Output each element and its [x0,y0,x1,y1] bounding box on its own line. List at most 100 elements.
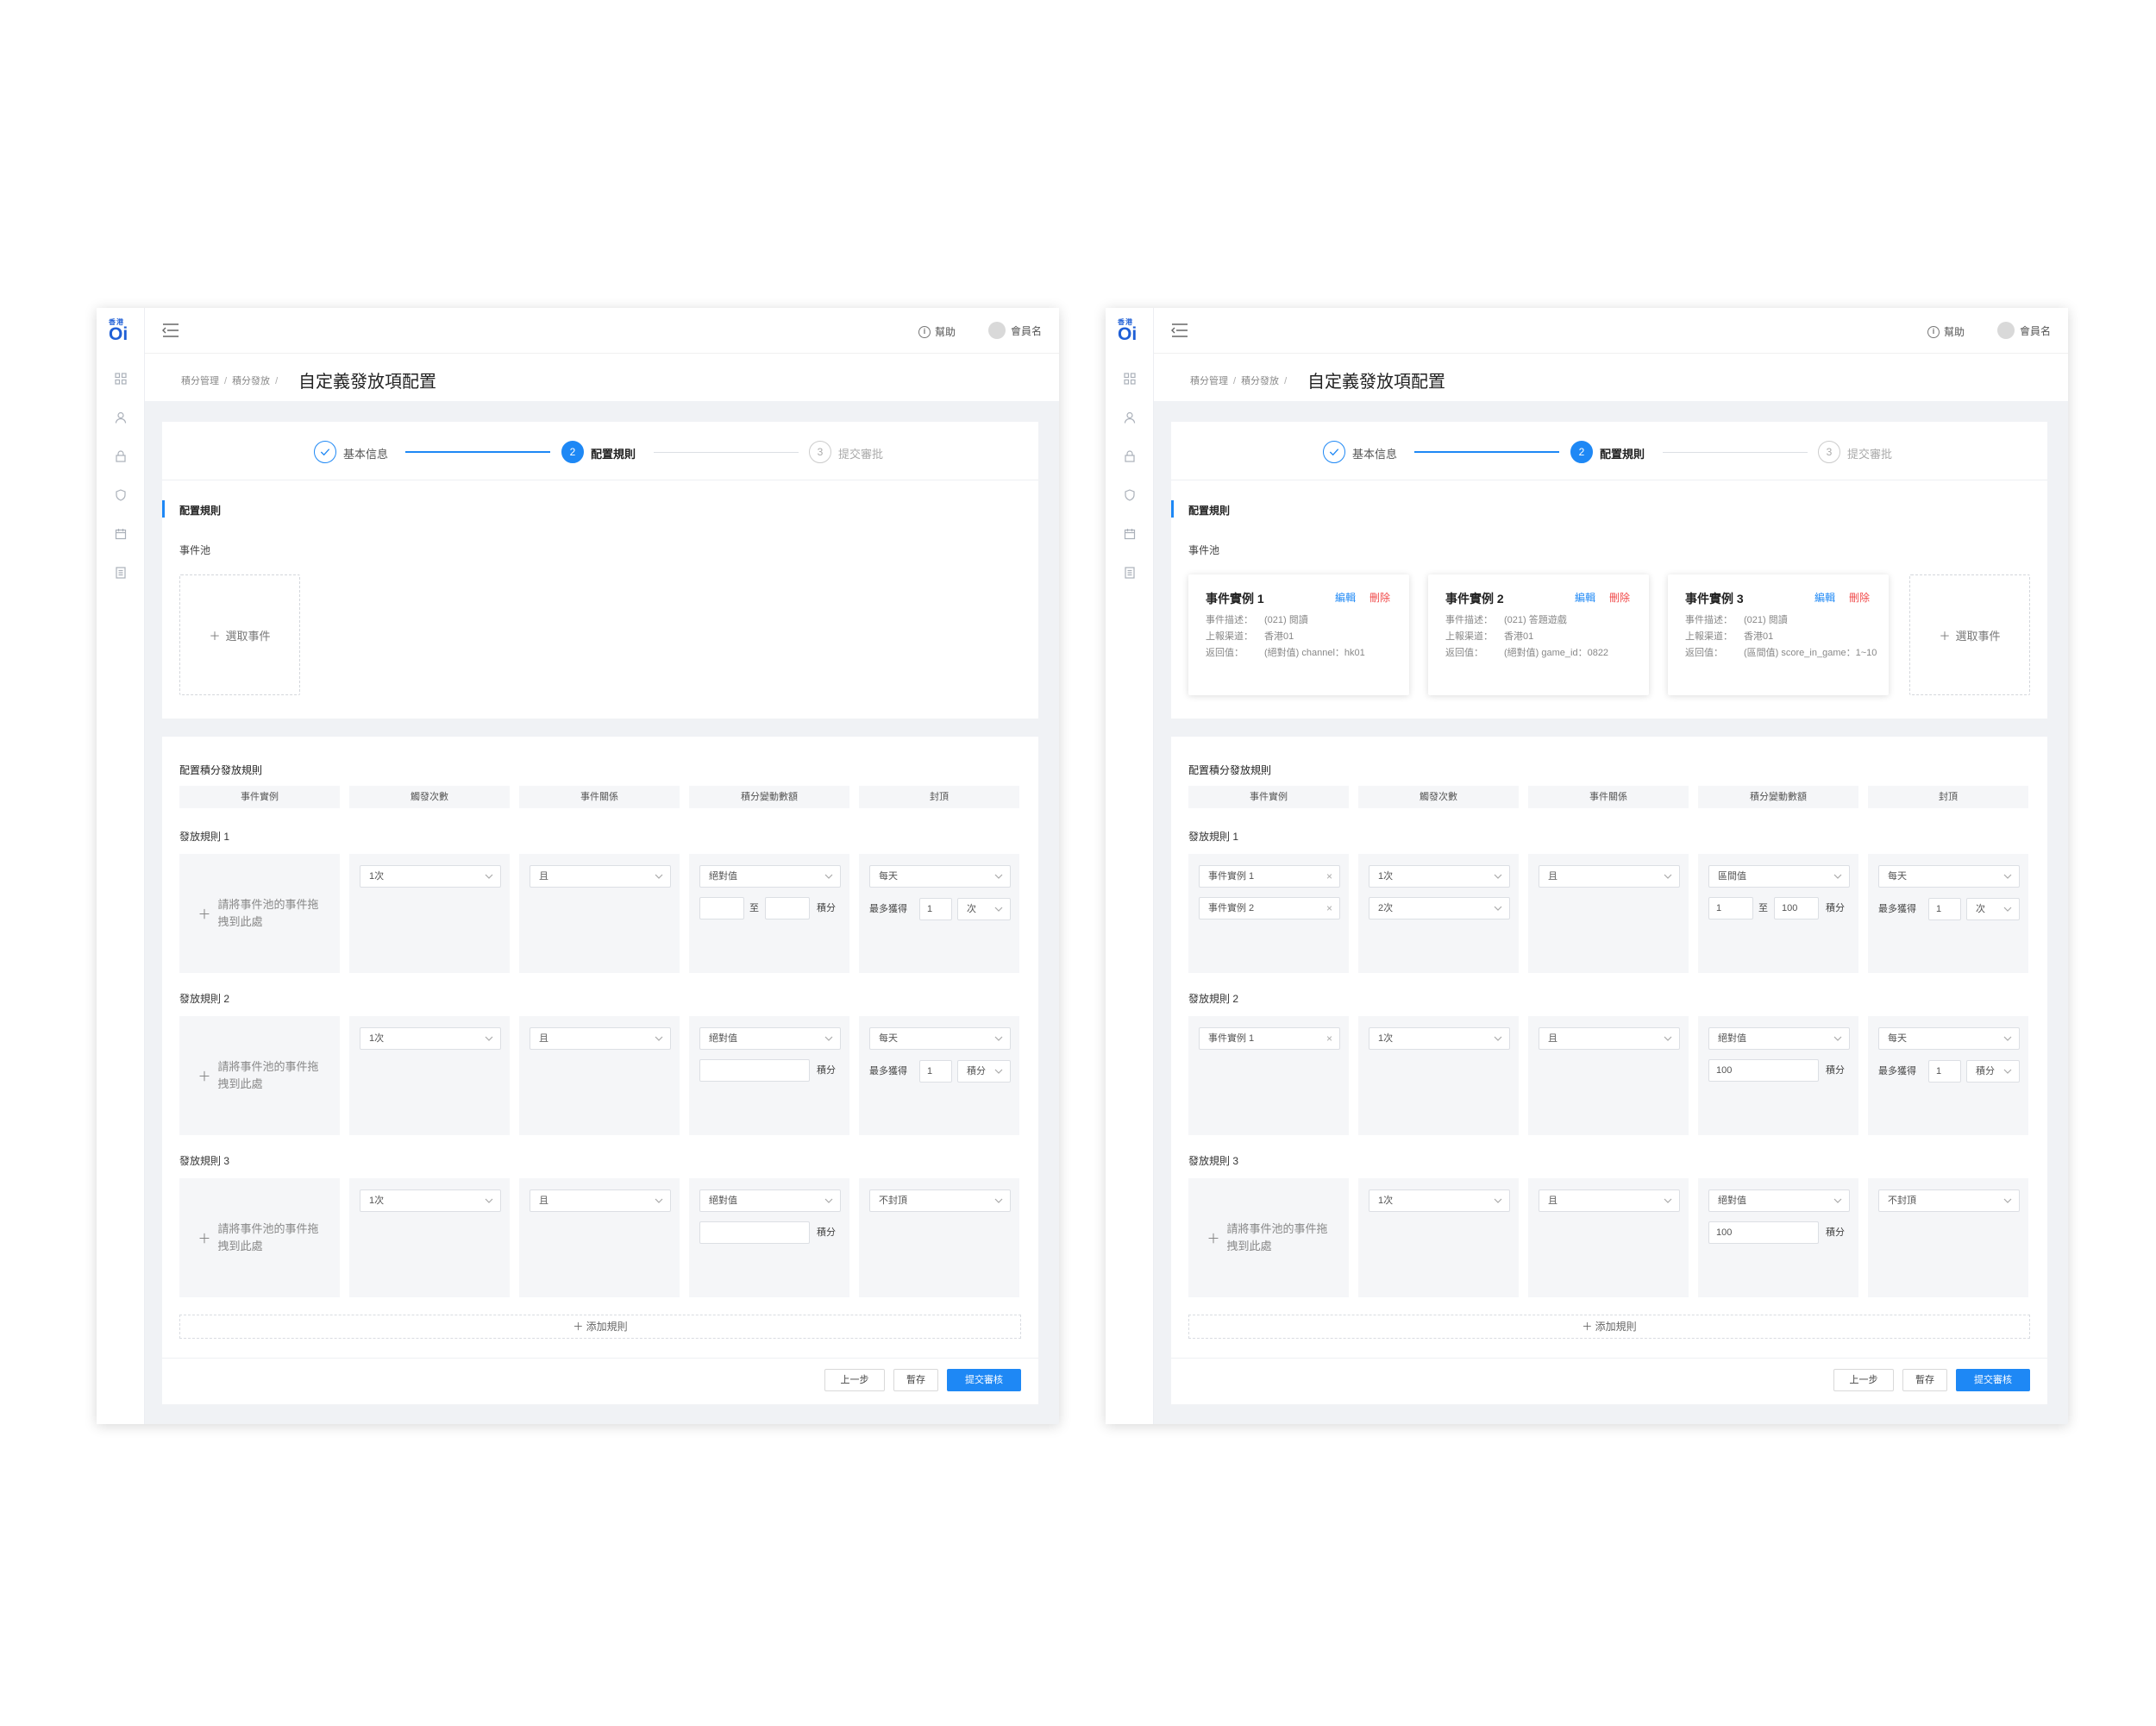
add-event-button[interactable]: ＋ 選取事件 [179,574,300,695]
event-desc-key: 事件描述： [1445,615,1493,625]
cap-select[interactable]: 每天 [869,865,1011,888]
amount-mode-select[interactable]: 絕對值 [699,865,841,888]
trigger-select[interactable]: 1次 [360,865,501,888]
trigger-select[interactable]: 1次 [360,1027,501,1050]
dashboard-icon[interactable] [1123,372,1137,386]
submit-review-button[interactable]: 提交審核 [947,1369,1021,1391]
save-draft-button[interactable]: 暫存 [893,1369,938,1391]
max-unit-select[interactable]: 次 [1966,898,2020,920]
range-from-input[interactable]: 1 [1708,897,1753,919]
event-drop-zone[interactable]: ＋ 請將事件池的事件拖拽到此處 [179,1178,340,1297]
trigger-select[interactable]: 1次 [360,1189,501,1212]
amount-input[interactable]: 100 [1708,1059,1819,1082]
list-icon[interactable] [1123,566,1137,580]
delete-event-link[interactable]: 刪除 [1849,590,1870,605]
max-unit-select[interactable]: 積分 [1966,1060,2020,1083]
max-unit-select[interactable]: 積分 [957,1060,1011,1083]
amount-input[interactable] [699,1059,810,1082]
amount-input[interactable] [699,1221,810,1244]
trigger-select[interactable]: 2次 [1369,897,1510,919]
list-icon[interactable] [114,566,128,580]
cap-select[interactable]: 不封頂 [1878,1189,2020,1212]
amount-mode-select[interactable]: 絕對值 [699,1189,841,1212]
edit-event-link[interactable]: 編輯 [1814,590,1835,605]
user-icon[interactable] [114,411,128,424]
amount-mode-select[interactable]: 絕對值 [1708,1189,1850,1212]
help-link[interactable]: i 幫助 [1927,324,1965,339]
max-value-input[interactable]: 1 [1928,898,1961,920]
event-drop-zone[interactable]: ＋ 請將事件池的事件拖拽到此處 [179,854,340,973]
submit-review-button[interactable]: 提交審核 [1956,1369,2030,1391]
delete-event-link[interactable]: 刪除 [1609,590,1630,605]
event-channel-key: 上報渠道： [1206,631,1253,642]
breadcrumb-item-points[interactable]: 積分管理 [181,376,219,386]
user-menu[interactable]: 會員名 [987,322,1042,339]
breadcrumb-item-issue[interactable]: 積分發放 [232,376,270,386]
event-tag[interactable]: 事件實例 2 × [1199,897,1340,919]
close-icon[interactable]: × [1326,898,1332,919]
menu-fold-icon[interactable] [1171,323,1188,338]
lock-icon[interactable] [114,449,128,463]
amount-mode-select[interactable]: 絕對值 [1708,1027,1850,1050]
lock-icon[interactable] [1123,449,1137,463]
close-icon[interactable]: × [1326,1028,1332,1049]
range-from-input[interactable] [699,897,744,919]
add-event-button[interactable]: ＋ 選取事件 [1909,574,2030,695]
trigger-select[interactable]: 1次 [1369,865,1510,888]
relation-select[interactable]: 且 [1539,1189,1680,1212]
user-menu[interactable]: 會員名 [1996,322,2051,339]
event-title: 事件實例 1 [1206,592,1264,606]
range-to-input[interactable] [765,897,810,919]
max-value-input[interactable]: 1 [919,1060,952,1083]
shield-icon[interactable] [1123,488,1137,502]
logo-icon[interactable]: 香港 Oi [109,318,133,344]
trigger-select[interactable]: 1次 [1369,1189,1510,1212]
event-card[interactable]: 事件實例 1 編輯 刪除 事件描述： (021) 閱讀 上報渠道： 香港01 返回值… [1188,574,1409,695]
relation-select[interactable]: 且 [530,1189,671,1212]
trigger-select[interactable]: 1次 [1369,1027,1510,1050]
prev-step-button[interactable]: 上一步 [824,1369,885,1391]
delete-event-link[interactable]: 刪除 [1369,590,1390,605]
amount-mode-select[interactable]: 絕對值 [699,1027,841,1050]
save-draft-button[interactable]: 暫存 [1902,1369,1947,1391]
edit-event-link[interactable]: 編輯 [1335,590,1356,605]
event-drop-zone[interactable]: ＋ 請將事件池的事件拖拽到此處 [179,1016,340,1135]
cap-select[interactable]: 每天 [1878,865,2020,888]
event-card[interactable]: 事件實例 2 編輯 刪除 事件描述： (021) 答題遊戲 上報渠道： 香港01 返… [1428,574,1649,695]
max-unit-select[interactable]: 次 [957,898,1011,920]
rules-card: 配置積分發放規則 事件實例 觸發次數 事件關係 積分變動數額 封頂 發放規則 1… [162,737,1038,1404]
shield-icon[interactable] [114,488,128,502]
cap-select[interactable]: 每天 [1878,1027,2020,1050]
max-value-input[interactable]: 1 [919,898,952,920]
breadcrumb-item-points[interactable]: 積分管理 [1190,376,1228,386]
add-rule-button[interactable]: ＋ 添加規則 [1188,1315,2030,1339]
edit-event-link[interactable]: 編輯 [1575,590,1595,605]
breadcrumb-item-issue[interactable]: 積分發放 [1241,376,1279,386]
cap-select[interactable]: 不封頂 [869,1189,1011,1212]
user-icon[interactable] [1123,411,1137,424]
calendar-icon[interactable] [1123,527,1137,541]
logo-icon[interactable]: 香港 Oi [1118,318,1142,344]
event-drop-zone[interactable]: ＋ 請將事件池的事件拖拽到此處 [1188,1178,1349,1297]
plus-icon: ＋ [197,907,211,922]
range-to-input[interactable]: 100 [1774,897,1819,919]
add-rule-button[interactable]: ＋ 添加規則 [179,1315,1021,1339]
max-value-input[interactable]: 1 [1928,1060,1961,1083]
dashboard-icon[interactable] [114,372,128,386]
breadcrumb-separator: / [1233,376,1237,386]
calendar-icon[interactable] [114,527,128,541]
event-card[interactable]: 事件實例 3 編輯 刪除 事件描述： (021) 閱讀 上報渠道： 香港01 返回值… [1668,574,1889,695]
relation-select[interactable]: 且 [1539,1027,1680,1050]
menu-fold-icon[interactable] [162,323,179,338]
event-tag[interactable]: 事件實例 1 × [1199,865,1340,888]
relation-select[interactable]: 且 [1539,865,1680,888]
prev-step-button[interactable]: 上一步 [1833,1369,1894,1391]
help-link[interactable]: i 幫助 [918,324,956,339]
relation-select[interactable]: 且 [530,1027,671,1050]
relation-select[interactable]: 且 [530,865,671,888]
cap-select[interactable]: 每天 [869,1027,1011,1050]
close-icon[interactable]: × [1326,866,1332,887]
event-tag[interactable]: 事件實例 1 × [1199,1027,1340,1050]
amount-mode-select[interactable]: 區間值 [1708,865,1850,888]
amount-input[interactable]: 100 [1708,1221,1819,1244]
